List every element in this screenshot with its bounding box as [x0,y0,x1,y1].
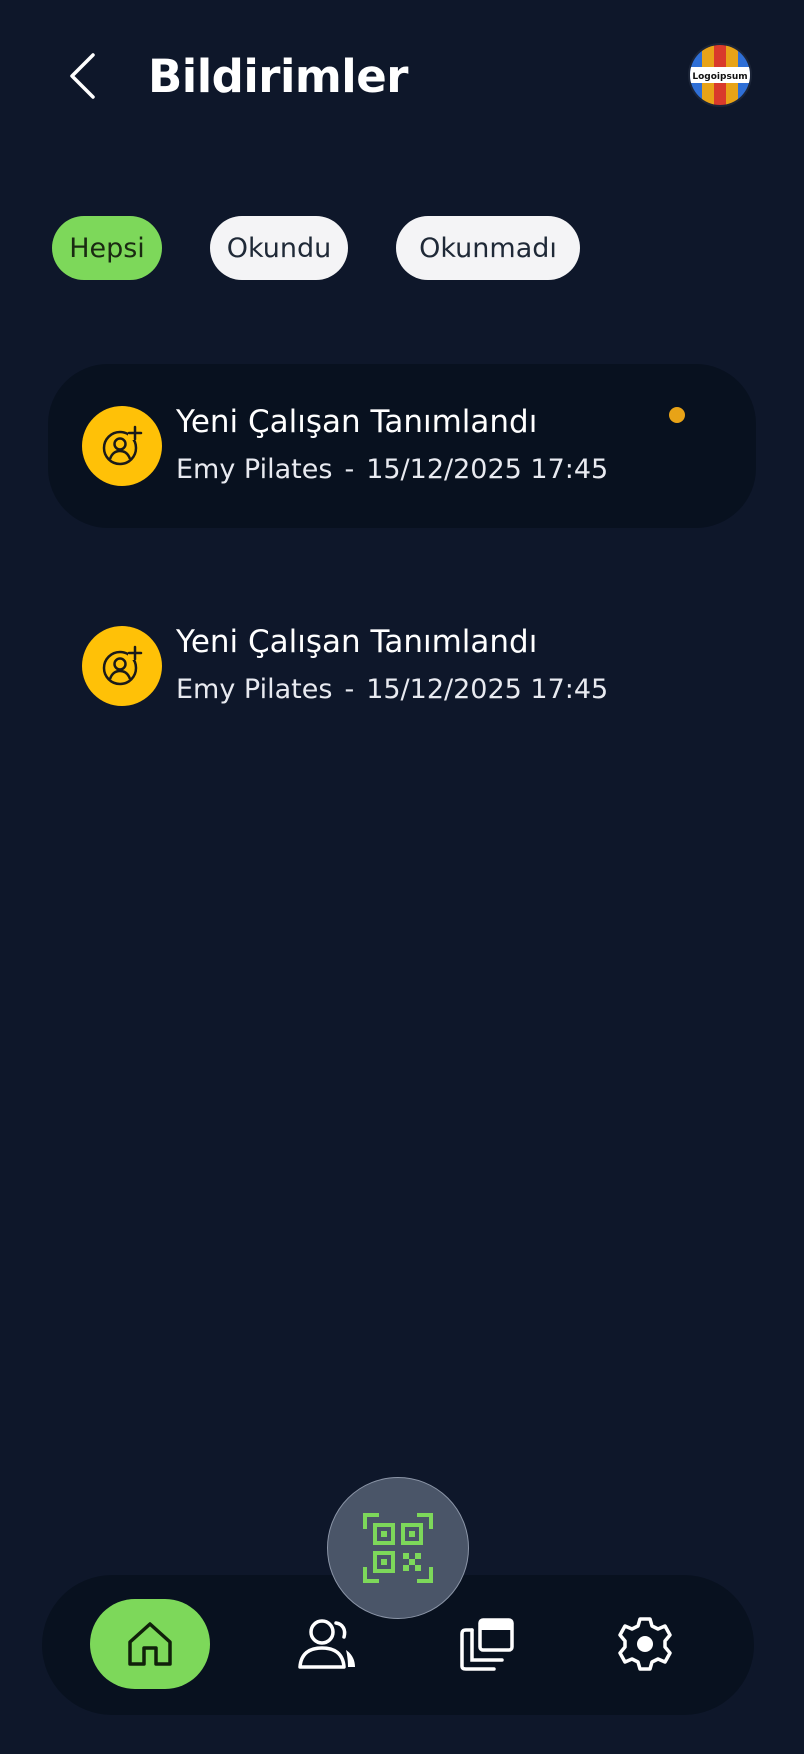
notification-title: Yeni Çalışan Tanımlandı [176,404,538,440]
logo-icon: Logoipsum [690,45,750,105]
notification-item[interactable]: Yeni Çalışan Tanımlandı Emy Pilates -15/1… [48,584,756,748]
notification-separator: - [344,674,355,705]
notification-datetime: 15/12/2025 17:45 [366,674,609,705]
notification-datetime: 15/12/2025 17:45 [366,454,609,485]
notification-separator: - [344,454,355,485]
user-add-icon [102,425,143,466]
avatar[interactable]: Logoipsum [690,45,750,105]
home-icon [128,1622,172,1666]
notifications-screen: Bildirimler Logoipsum Hepsi Okundu Okunm… [0,0,804,1754]
user-add-icon [102,645,143,686]
gallery-icon [460,1618,514,1671]
nav-settings[interactable] [610,1599,680,1689]
qr-scan-button[interactable] [327,1477,469,1619]
back-button[interactable] [60,48,104,104]
nav-users[interactable] [292,1599,362,1689]
notification-source: Emy Pilates [176,454,333,485]
notification-meta: Emy Pilates -15/12/2025 17:45 [176,452,608,488]
filter-chip-hepsi[interactable]: Hepsi [52,216,162,280]
chevron-left-icon [70,53,95,99]
qr-code-icon [363,1513,433,1583]
notification-icon [82,406,162,486]
gear-icon [618,1617,672,1671]
unread-indicator [669,407,685,423]
filter-chip-okunmadi[interactable]: Okunmadı [396,216,580,280]
notification-meta: Emy Pilates -15/12/2025 17:45 [176,672,608,708]
users-icon [298,1619,355,1669]
notification-icon [82,626,162,706]
filter-chip-okundu[interactable]: Okundu [210,216,348,280]
notification-source: Emy Pilates [176,674,333,705]
page-title: Bildirimler [148,50,408,103]
nav-home[interactable] [90,1599,210,1689]
notification-item[interactable]: Yeni Çalışan Tanımlandı Emy Pilates -15/1… [48,364,756,528]
nav-gallery[interactable] [452,1599,522,1689]
svg-text:Logoipsum: Logoipsum [692,72,747,82]
notification-title: Yeni Çalışan Tanımlandı [176,624,538,660]
